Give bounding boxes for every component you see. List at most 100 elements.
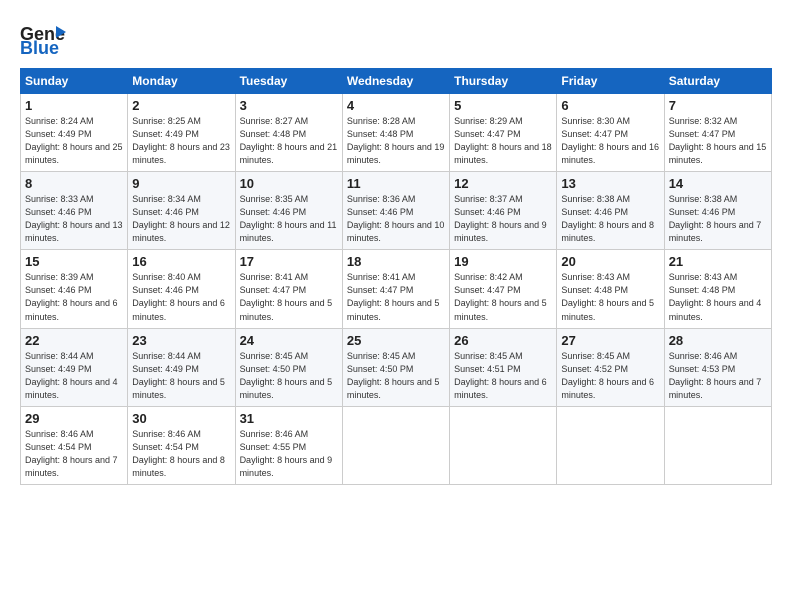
day-info: Sunrise: 8:35 AMSunset: 4:46 PMDaylight:… [240, 193, 338, 245]
calendar-cell: 2Sunrise: 8:25 AMSunset: 4:49 PMDaylight… [128, 94, 235, 172]
calendar-cell: 3 Sunrise: 8:27 AMSunset: 4:48 PMDaylight… [235, 94, 342, 172]
day-number: 31 [240, 411, 338, 426]
day-info: Sunrise: 8:33 AMSunset: 4:46 PMDaylight:… [25, 193, 123, 245]
day-number: 17 [240, 254, 338, 269]
calendar-cell: 11 Sunrise: 8:36 AMSunset: 4:46 PMDayligh… [342, 172, 449, 250]
calendar-table: SundayMondayTuesdayWednesdayThursdayFrid… [20, 68, 772, 485]
day-number: 7 [669, 98, 767, 113]
day-info: Sunrise: 8:44 AMSunset: 4:49 PMDaylight:… [132, 350, 230, 402]
calendar-cell: 31 Sunrise: 8:46 AMSunset: 4:55 PMDayligh… [235, 406, 342, 484]
svg-text:Blue: Blue [20, 38, 59, 58]
day-number: 9 [132, 176, 230, 191]
day-number: 1 [25, 98, 123, 113]
day-info: Sunrise: 8:40 AMSunset: 4:46 PMDaylight:… [132, 271, 230, 323]
day-info: Sunrise: 8:38 AMSunset: 4:46 PMDaylight:… [561, 193, 659, 245]
day-info: Sunrise: 8:41 AMSunset: 4:47 PMDaylight:… [347, 271, 445, 323]
calendar-cell: 28Sunrise: 8:46 AMSunset: 4:53 PMDayligh… [664, 328, 771, 406]
day-info: Sunrise: 8:46 AMSunset: 4:53 PMDaylight:… [669, 350, 767, 402]
page: General Blue SundayMondayTuesdayWednesda… [0, 0, 792, 495]
day-info: Sunrise: 8:30 AMSunset: 4:47 PMDaylight:… [561, 115, 659, 167]
calendar-header-row: SundayMondayTuesdayWednesdayThursdayFrid… [21, 69, 772, 94]
day-info: Sunrise: 8:43 AMSunset: 4:48 PMDaylight:… [669, 271, 767, 323]
day-info: Sunrise: 8:45 AMSunset: 4:52 PMDaylight:… [561, 350, 659, 402]
day-number: 21 [669, 254, 767, 269]
day-number: 3 [240, 98, 338, 113]
day-number: 4 [347, 98, 445, 113]
day-info: Sunrise: 8:34 AMSunset: 4:46 PMDaylight:… [132, 193, 230, 245]
calendar-cell: 16 Sunrise: 8:40 AMSunset: 4:46 PMDayligh… [128, 250, 235, 328]
calendar-week-3: 15Sunrise: 8:39 AMSunset: 4:46 PMDayligh… [21, 250, 772, 328]
calendar-cell: 21 Sunrise: 8:43 AMSunset: 4:48 PMDayligh… [664, 250, 771, 328]
calendar-cell: 5Sunrise: 8:29 AMSunset: 4:47 PMDaylight… [450, 94, 557, 172]
logo: General Blue [20, 18, 66, 58]
calendar-cell: 24Sunrise: 8:45 AMSunset: 4:50 PMDayligh… [235, 328, 342, 406]
calendar-week-1: 1Sunrise: 8:24 AMSunset: 4:49 PMDaylight… [21, 94, 772, 172]
calendar-cell: 22Sunrise: 8:44 AMSunset: 4:49 PMDayligh… [21, 328, 128, 406]
day-number: 11 [347, 176, 445, 191]
calendar-week-4: 22Sunrise: 8:44 AMSunset: 4:49 PMDayligh… [21, 328, 772, 406]
calendar-cell: 29 Sunrise: 8:46 AMSunset: 4:54 PMDayligh… [21, 406, 128, 484]
day-number: 6 [561, 98, 659, 113]
day-info: Sunrise: 8:42 AMSunset: 4:47 PMDaylight:… [454, 271, 552, 323]
day-number: 30 [132, 411, 230, 426]
calendar-cell [450, 406, 557, 484]
day-info: Sunrise: 8:37 AMSunset: 4:46 PMDaylight:… [454, 193, 552, 245]
calendar-cell: 9 Sunrise: 8:34 AMSunset: 4:46 PMDaylight… [128, 172, 235, 250]
calendar-week-2: 8 Sunrise: 8:33 AMSunset: 4:46 PMDaylight… [21, 172, 772, 250]
col-header-saturday: Saturday [664, 69, 771, 94]
calendar-cell: 15Sunrise: 8:39 AMSunset: 4:46 PMDayligh… [21, 250, 128, 328]
col-header-friday: Friday [557, 69, 664, 94]
calendar-cell: 27 Sunrise: 8:45 AMSunset: 4:52 PMDayligh… [557, 328, 664, 406]
day-number: 12 [454, 176, 552, 191]
day-info: Sunrise: 8:44 AMSunset: 4:49 PMDaylight:… [25, 350, 123, 402]
col-header-wednesday: Wednesday [342, 69, 449, 94]
col-header-thursday: Thursday [450, 69, 557, 94]
day-number: 19 [454, 254, 552, 269]
day-number: 29 [25, 411, 123, 426]
day-info: Sunrise: 8:36 AMSunset: 4:46 PMDaylight:… [347, 193, 445, 245]
col-header-tuesday: Tuesday [235, 69, 342, 94]
day-number: 20 [561, 254, 659, 269]
day-number: 23 [132, 333, 230, 348]
calendar-cell: 20Sunrise: 8:43 AMSunset: 4:48 PMDayligh… [557, 250, 664, 328]
calendar-cell: 17 Sunrise: 8:41 AMSunset: 4:47 PMDayligh… [235, 250, 342, 328]
calendar-cell: 18 Sunrise: 8:41 AMSunset: 4:47 PMDayligh… [342, 250, 449, 328]
day-number: 13 [561, 176, 659, 191]
day-number: 18 [347, 254, 445, 269]
day-info: Sunrise: 8:45 AMSunset: 4:50 PMDaylight:… [347, 350, 445, 402]
day-info: Sunrise: 8:27 AMSunset: 4:48 PMDaylight:… [240, 115, 338, 167]
calendar-cell: 19 Sunrise: 8:42 AMSunset: 4:47 PMDayligh… [450, 250, 557, 328]
day-info: Sunrise: 8:41 AMSunset: 4:47 PMDaylight:… [240, 271, 338, 323]
calendar-cell: 6 Sunrise: 8:30 AMSunset: 4:47 PMDaylight… [557, 94, 664, 172]
calendar-cell [664, 406, 771, 484]
calendar-cell: 23 Sunrise: 8:44 AMSunset: 4:49 PMDayligh… [128, 328, 235, 406]
day-info: Sunrise: 8:38 AMSunset: 4:46 PMDaylight:… [669, 193, 767, 245]
day-number: 24 [240, 333, 338, 348]
calendar-cell: 30 Sunrise: 8:46 AMSunset: 4:54 PMDayligh… [128, 406, 235, 484]
col-header-monday: Monday [128, 69, 235, 94]
logo-icon: General Blue [20, 18, 66, 58]
day-number: 2 [132, 98, 230, 113]
header: General Blue [20, 18, 772, 58]
day-number: 16 [132, 254, 230, 269]
calendar-cell: 10 Sunrise: 8:35 AMSunset: 4:46 PMDayligh… [235, 172, 342, 250]
day-number: 27 [561, 333, 659, 348]
day-info: Sunrise: 8:46 AMSunset: 4:55 PMDaylight:… [240, 428, 338, 480]
calendar-cell: 14Sunrise: 8:38 AMSunset: 4:46 PMDayligh… [664, 172, 771, 250]
calendar-cell: 8 Sunrise: 8:33 AMSunset: 4:46 PMDaylight… [21, 172, 128, 250]
day-info: Sunrise: 8:45 AMSunset: 4:51 PMDaylight:… [454, 350, 552, 402]
day-info: Sunrise: 8:39 AMSunset: 4:46 PMDaylight:… [25, 271, 123, 323]
day-info: Sunrise: 8:29 AMSunset: 4:47 PMDaylight:… [454, 115, 552, 167]
calendar-cell: 7 Sunrise: 8:32 AMSunset: 4:47 PMDaylight… [664, 94, 771, 172]
calendar-cell: 26Sunrise: 8:45 AMSunset: 4:51 PMDayligh… [450, 328, 557, 406]
day-info: Sunrise: 8:46 AMSunset: 4:54 PMDaylight:… [25, 428, 123, 480]
calendar-cell [557, 406, 664, 484]
day-info: Sunrise: 8:28 AMSunset: 4:48 PMDaylight:… [347, 115, 445, 167]
calendar-cell [342, 406, 449, 484]
calendar-week-5: 29 Sunrise: 8:46 AMSunset: 4:54 PMDayligh… [21, 406, 772, 484]
day-number: 10 [240, 176, 338, 191]
day-info: Sunrise: 8:46 AMSunset: 4:54 PMDaylight:… [132, 428, 230, 480]
calendar-cell: 12 Sunrise: 8:37 AMSunset: 4:46 PMDayligh… [450, 172, 557, 250]
day-number: 8 [25, 176, 123, 191]
day-info: Sunrise: 8:32 AMSunset: 4:47 PMDaylight:… [669, 115, 767, 167]
